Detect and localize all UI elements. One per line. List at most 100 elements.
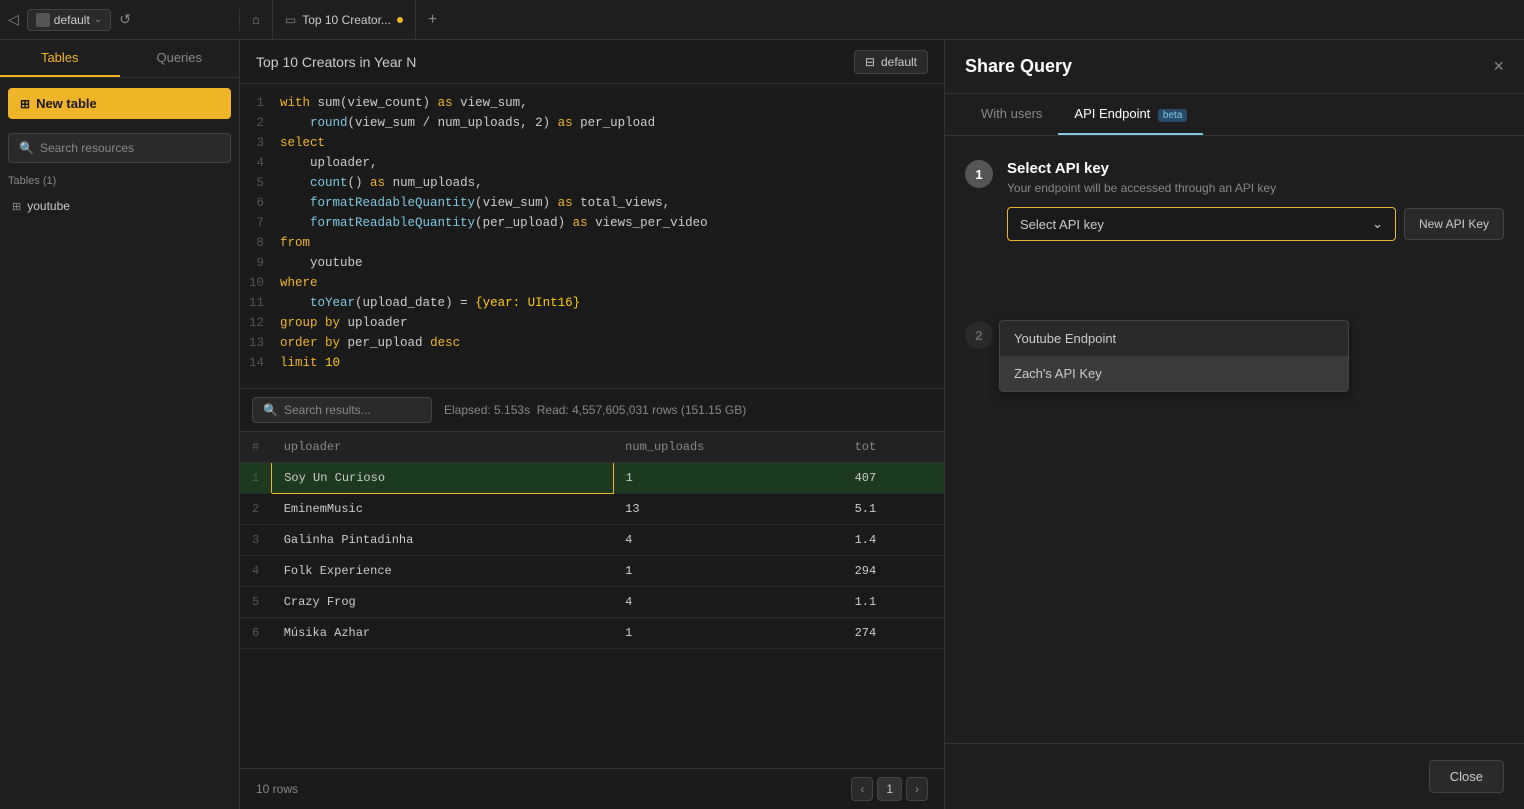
table-item-label: youtube [27, 199, 70, 213]
code-line-7: 7 formatReadableQuantity(per_upload) as … [240, 216, 944, 236]
share-tab-with-users[interactable]: With users [965, 94, 1058, 135]
workspace-icon [36, 13, 50, 27]
row-3-tot: 1.4 [843, 525, 944, 556]
col-header-num-uploads: num_uploads [613, 432, 842, 463]
workspace-name: default [54, 13, 90, 27]
table-row[interactable]: 3 Galinha Pintadinha 4 1.4 [240, 525, 944, 556]
share-panel-footer: Close [945, 743, 1524, 809]
share-panel: Share Query × With users API Endpoint be… [944, 40, 1524, 809]
code-line-12: 12 group by uploader [240, 316, 944, 336]
query-tab[interactable]: ▭ Top 10 Creator... [273, 0, 416, 39]
row-5-num-uploads: 4 [613, 587, 842, 618]
new-table-button[interactable]: ⊞ New table [8, 88, 231, 119]
table-icon: ⊞ [20, 97, 30, 111]
next-page-button[interactable]: › [906, 777, 928, 801]
code-line-8: 8 from [240, 236, 944, 256]
results-table: # uploader num_uploads tot 1 Soy Un Curi… [240, 432, 944, 768]
row-3-num: 3 [240, 525, 272, 556]
query-title: Top 10 Creators in Year N [256, 54, 416, 70]
share-tab-api-endpoint[interactable]: API Endpoint beta [1058, 94, 1203, 135]
back-icon[interactable]: ◁ [8, 11, 19, 28]
row-6-tot: 274 [843, 618, 944, 649]
add-tab-button[interactable]: + [416, 11, 449, 29]
home-button[interactable]: ⌂ [240, 0, 273, 39]
close-share-panel-button[interactable]: × [1493, 56, 1504, 77]
col-header-num: # [240, 432, 272, 463]
code-line-4: 4 uploader, [240, 156, 944, 176]
table-row[interactable]: 6 Músika Azhar 1 274 [240, 618, 944, 649]
row-4-uploader: Folk Experience [272, 556, 613, 587]
search-results-input[interactable]: 🔍 Search results... [252, 397, 432, 423]
code-editor[interactable]: 1 with sum(view_count) as view_sum, 2 ro… [240, 84, 944, 388]
query-area: Top 10 Creators in Year N ⊟ default 1 wi… [240, 40, 944, 809]
code-line-2: 2 round(view_sum / num_uploads, 2) as pe… [240, 116, 944, 136]
row-3-num-uploads: 4 [613, 525, 842, 556]
beta-badge: beta [1158, 109, 1187, 122]
code-line-10: 10 where [240, 276, 944, 296]
search-icon: 🔍 [19, 141, 34, 155]
step-2-number: 2 [965, 321, 993, 349]
table-row[interactable]: 5 Crazy Frog 4 1.1 [240, 587, 944, 618]
pagination: 10 rows ‹ 1 › [240, 768, 944, 809]
row-1-num-uploads: 1 [613, 463, 842, 494]
workspace-selector[interactable]: default ⌄ [27, 9, 111, 31]
code-line-13: 13 order by per_upload desc [240, 336, 944, 356]
elapsed-info: Elapsed: 5.153s Read: 4,557,605,031 rows… [444, 403, 746, 417]
sidebar-item-youtube[interactable]: ⊞ youtube [0, 193, 239, 219]
table-row[interactable]: 1 Soy Un Curioso 1 407 [240, 463, 944, 494]
new-api-key-button[interactable]: New API Key [1404, 208, 1504, 240]
prev-page-button[interactable]: ‹ [851, 777, 873, 801]
step-1-desc: Your endpoint will be accessed through a… [1007, 181, 1504, 195]
code-line-3: 3 select [240, 136, 944, 156]
table-row[interactable]: 4 Folk Experience 1 294 [240, 556, 944, 587]
search-results-icon: 🔍 [263, 403, 278, 417]
row-2-tot: 5.1 [843, 494, 944, 525]
refresh-button[interactable]: ↺ [119, 11, 131, 28]
row-1-uploader: Soy Un Curioso [272, 463, 613, 494]
api-key-select[interactable]: Select API key ⌄ [1007, 207, 1396, 241]
rows-count: 10 rows [256, 782, 298, 796]
api-key-select-chevron: ⌄ [1372, 216, 1383, 232]
close-footer-button[interactable]: Close [1429, 760, 1504, 793]
row-4-num-uploads: 1 [613, 556, 842, 587]
table-item-icon: ⊞ [12, 200, 21, 213]
db-name: default [881, 55, 917, 69]
dropdown-item-zach[interactable]: Zach's API Key [1000, 356, 1348, 391]
share-tabs: With users API Endpoint beta [945, 94, 1524, 136]
code-line-11: 11 toYear(upload_date) = {year: UInt16} [240, 296, 944, 316]
search-results-placeholder: Search results... [284, 403, 371, 417]
row-1-num: 1 [240, 463, 272, 494]
search-resources-label: Search resources [40, 141, 134, 155]
page-1-button[interactable]: 1 [877, 777, 902, 801]
code-line-9: 9 youtube [240, 256, 944, 276]
code-line-1: 1 with sum(view_count) as view_sum, [240, 96, 944, 116]
tables-section-header: Tables (1) [0, 171, 239, 191]
row-4-tot: 294 [843, 556, 944, 587]
query-tab-label: Top 10 Creator... [302, 13, 391, 27]
sidebar-tab-tables[interactable]: Tables [0, 40, 120, 77]
row-6-num-uploads: 1 [613, 618, 842, 649]
db-icon: ⊟ [865, 55, 875, 69]
step-1-content: Select API key Your endpoint will be acc… [1007, 160, 1504, 241]
row-2-num-uploads: 13 [613, 494, 842, 525]
top-bar: ◁ default ⌄ ↺ ⌂ ▭ Top 10 Creator... + [0, 0, 1524, 40]
code-line-14: 14 limit 10 [240, 356, 944, 376]
dropdown-item-youtube[interactable]: Youtube Endpoint [1000, 321, 1348, 356]
table-header-row: # uploader num_uploads tot [240, 432, 944, 463]
table-row[interactable]: 2 EminemMusic 13 5.1 [240, 494, 944, 525]
search-resources[interactable]: 🔍 Search resources [8, 133, 231, 163]
step-1: 1 Select API key Your endpoint will be a… [965, 160, 1504, 241]
sidebar-tab-queries[interactable]: Queries [120, 40, 240, 77]
col-header-uploader: uploader [272, 432, 613, 463]
api-key-row: Select API key ⌄ New API Key [1007, 207, 1504, 241]
tabs-area: ⌂ ▭ Top 10 Creator... + [240, 0, 1524, 39]
step-1-number: 1 [965, 160, 993, 188]
sidebar-tabs: Tables Queries [0, 40, 239, 78]
code-line-5: 5 count() as num_uploads, [240, 176, 944, 196]
unsaved-dot [397, 17, 403, 23]
query-tab-icon: ▭ [285, 13, 296, 27]
api-key-dropdown: Youtube Endpoint Zach's API Key [999, 320, 1349, 392]
row-5-uploader: Crazy Frog [272, 587, 613, 618]
chevron-down-icon: ⌄ [94, 14, 102, 25]
row-6-num: 6 [240, 618, 272, 649]
